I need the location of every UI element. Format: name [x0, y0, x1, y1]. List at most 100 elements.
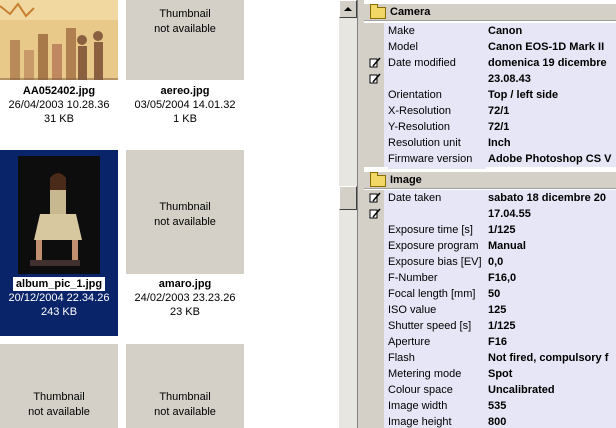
scroll-thumb[interactable]	[339, 186, 357, 210]
group-header-camera[interactable]: Camera	[364, 4, 616, 21]
property-value: Manual	[488, 238, 616, 254]
thumbnail-image	[0, 150, 118, 280]
pencil-icon[interactable]	[369, 208, 381, 220]
property-row[interactable]: Colour space Uncalibrated	[364, 382, 616, 400]
property-value: Canon EOS-1D Mark II	[488, 39, 616, 55]
row-gutter	[364, 254, 384, 270]
group-title: Camera	[390, 6, 431, 18]
row-gutter	[364, 39, 384, 55]
row-gutter	[364, 119, 384, 135]
property-value: sabato 18 dicembre 20	[488, 190, 616, 206]
property-value: 535	[488, 398, 616, 414]
row-gutter	[364, 151, 384, 167]
thumbnail-amaro[interactable]: Thumbnail not available	[126, 150, 244, 274]
property-row[interactable]: Shutter speed [s] 1/125	[364, 318, 616, 336]
thumbnail-unavailable-6[interactable]: Thumbnail not available	[126, 344, 244, 428]
row-gutter	[364, 318, 384, 334]
file-size: 1 KB	[173, 113, 197, 125]
thumbnail-unavailable-line2: not available	[154, 23, 216, 35]
thumbnail-unavailable-line1: Thumbnail	[33, 391, 85, 403]
thumbnail-unavailable-5[interactable]: Thumbnail not available	[0, 344, 118, 428]
arrow-up-icon	[344, 7, 352, 11]
property-row[interactable]: Flash Not fired, compulsory f	[364, 350, 616, 368]
property-value: 72/1	[488, 103, 616, 119]
thumbnail-unavailable-line1: Thumbnail	[159, 201, 211, 213]
thumbnail-panel: AA052402.jpg 26/04/2003 10.28.36 31 KB T…	[0, 0, 339, 428]
property-row[interactable]: F-Number F16,0	[364, 270, 616, 288]
row-gutter	[364, 414, 384, 428]
thumbnail-unavailable-line1: Thumbnail	[159, 8, 211, 20]
file-size: 243 KB	[39, 306, 79, 318]
property-value: 72/1	[488, 119, 616, 135]
property-value: Uncalibrated	[488, 382, 616, 398]
property-row[interactable]: Exposure time [s] 1/125	[364, 222, 616, 240]
file-date: 24/02/2003 23.23.26	[134, 292, 236, 304]
property-value: 125	[488, 302, 616, 318]
property-row[interactable]: Aperture F16	[364, 334, 616, 352]
property-name: Image height	[388, 416, 486, 428]
property-value: 50	[488, 286, 616, 302]
folder-icon	[370, 4, 386, 19]
thumbnail-unavailable-line2: not available	[154, 216, 216, 228]
row-gutter	[364, 398, 384, 414]
property-row[interactable]: 23.08.43	[364, 71, 616, 89]
row-gutter	[364, 103, 384, 119]
property-row[interactable]: Date taken sabato 18 dicembre 20	[364, 190, 616, 208]
group-header-image[interactable]: Image	[364, 172, 616, 189]
row-gutter	[364, 382, 384, 398]
property-row[interactable]: Date modified domenica 19 dicembre	[364, 55, 616, 73]
row-gutter	[364, 366, 384, 382]
thumbnail-aa052402[interactable]	[0, 0, 118, 80]
property-row[interactable]: Image width 535	[364, 398, 616, 416]
property-row[interactable]: Make Canon	[364, 23, 616, 41]
property-name: Firmware version	[388, 153, 486, 169]
row-gutter	[364, 286, 384, 302]
property-value: 1/125	[488, 318, 616, 334]
pencil-icon[interactable]	[369, 192, 381, 204]
thumbnail-scrollbar[interactable]	[339, 0, 357, 428]
property-row[interactable]: Firmware version Adobe Photoshop CS V	[364, 151, 616, 169]
thumbnail-unavailable-line2: not available	[28, 406, 90, 418]
panel-splitter[interactable]	[357, 0, 364, 428]
thumbnail-caption-aa052402: AA052402.jpg 26/04/2003 10.28.36 31 KB	[0, 84, 118, 126]
properties-panel: Camera Make Canon Model Canon EOS-1D Mark I…	[364, 0, 616, 428]
property-value: F16,0	[488, 270, 616, 286]
property-row[interactable]: Y-Resolution 72/1	[364, 119, 616, 137]
property-row[interactable]: Focal length [mm] 50	[364, 286, 616, 304]
property-value: Adobe Photoshop CS V	[488, 151, 616, 167]
file-name: album_pic_1.jpg	[12, 277, 106, 291]
row-gutter	[364, 87, 384, 103]
property-row[interactable]: X-Resolution 72/1	[364, 103, 616, 121]
property-row[interactable]: ISO value 125	[364, 302, 616, 320]
group-title: Image	[390, 174, 422, 186]
row-gutter	[364, 222, 384, 238]
thumbnail-caption-amaro: amaro.jpg 24/02/2003 23.23.26 23 KB	[126, 277, 244, 319]
thumbnail-aereo[interactable]: Thumbnail not available	[126, 0, 244, 80]
file-date: 03/05/2004 14.01.32	[134, 99, 236, 111]
property-row[interactable]: Orientation Top / left side	[364, 87, 616, 105]
row-gutter	[364, 23, 384, 39]
row-gutter	[364, 350, 384, 366]
file-name: amaro.jpg	[158, 278, 212, 290]
property-row[interactable]: Model Canon EOS-1D Mark II	[364, 39, 616, 57]
property-row[interactable]: 17.04.55	[364, 206, 616, 224]
property-value: Spot	[488, 366, 616, 382]
property-row[interactable]: Metering mode Spot	[364, 366, 616, 384]
property-row[interactable]: Image height 800	[364, 414, 616, 428]
property-row[interactable]: Exposure bias [EV] 0,0	[364, 254, 616, 272]
pencil-icon[interactable]	[369, 73, 381, 85]
file-date: 20/12/2004 22.34.26	[7, 292, 111, 304]
scroll-up-button[interactable]	[339, 0, 357, 18]
file-size: 31 KB	[44, 113, 74, 125]
property-row[interactable]: Exposure program Manual	[364, 238, 616, 256]
property-value: domenica 19 dicembre	[488, 55, 616, 71]
thumbnail-unavailable-line1: Thumbnail	[159, 391, 211, 403]
property-value: 1/125	[488, 222, 616, 238]
thumbnail-caption-aereo: aereo.jpg 03/05/2004 14.01.32 1 KB	[126, 84, 244, 126]
property-row[interactable]: Resolution unit Inch	[364, 135, 616, 153]
property-value: 23.08.43	[488, 71, 616, 87]
pencil-icon[interactable]	[369, 57, 381, 69]
file-name: AA052402.jpg	[22, 85, 96, 97]
thumbnail-unavailable-line2: not available	[154, 406, 216, 418]
property-value: 0,0	[488, 254, 616, 270]
